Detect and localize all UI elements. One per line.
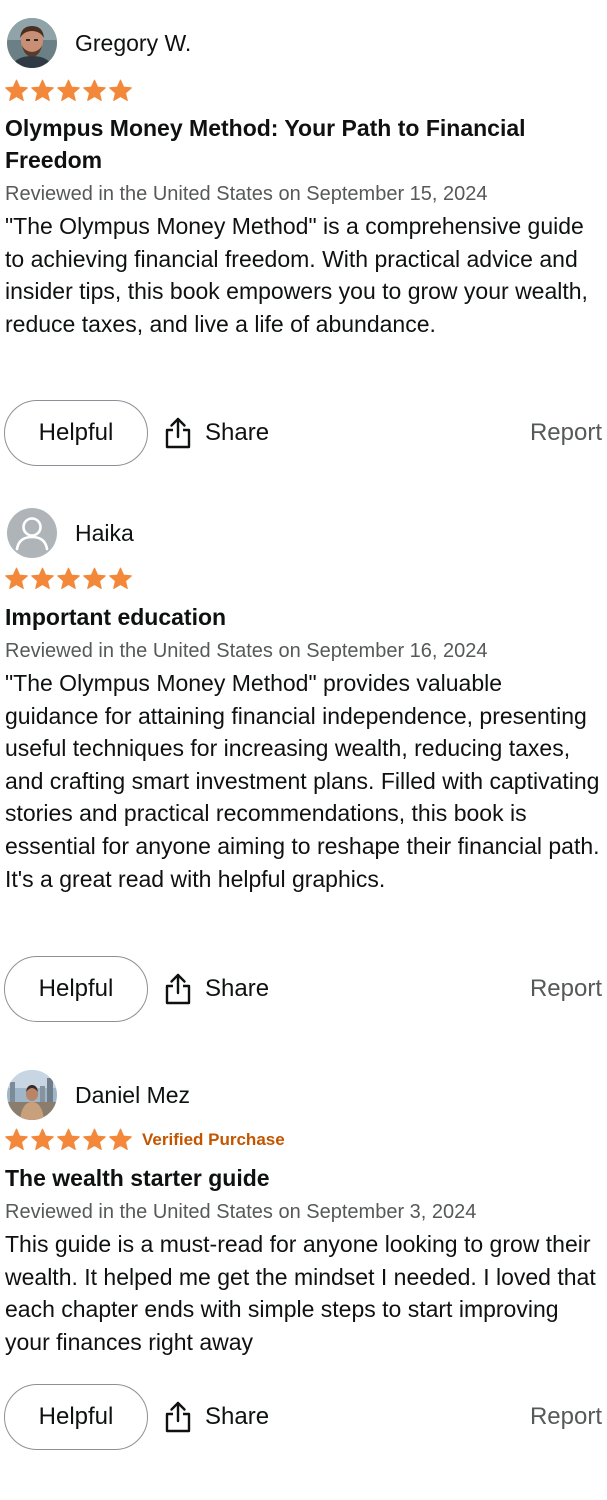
- share-icon: [165, 417, 191, 449]
- share-label: Share: [205, 419, 270, 446]
- star-icon: [31, 1128, 54, 1150]
- star-icon: [5, 567, 28, 589]
- star-icon: [31, 79, 54, 101]
- rating-row: [4, 564, 133, 594]
- star-icon: [83, 567, 106, 589]
- star-rating: [4, 567, 133, 591]
- person-photo-icon: [7, 18, 57, 68]
- review-body: This guide is a must-read for anyone loo…: [5, 1231, 596, 1355]
- share-icon: [165, 973, 191, 1005]
- review-date: Reviewed in the United States on Septemb…: [5, 183, 488, 205]
- reviewer-name: Gregory W.: [75, 29, 192, 56]
- star-icon: [109, 79, 132, 101]
- star-icon: [109, 1128, 132, 1150]
- reviewer-avatar: [7, 1070, 57, 1120]
- share-button[interactable]: Share: [164, 956, 269, 1022]
- star-icon: [83, 79, 106, 101]
- star-icon: [5, 79, 28, 101]
- star-icon: [57, 1128, 80, 1150]
- helpful-button[interactable]: Helpful: [4, 400, 148, 466]
- star-rating: [4, 1128, 133, 1152]
- review-title: The wealth starter guide: [5, 1165, 270, 1191]
- reviewer-profile[interactable]: Gregory W.: [7, 18, 191, 68]
- review-actions: Helpful Share Report: [0, 1384, 607, 1452]
- verified-purchase-badge: Verified Purchase: [142, 1130, 285, 1149]
- person-photo-icon: [7, 1070, 57, 1120]
- star-icon: [57, 567, 80, 589]
- report-link[interactable]: Report: [530, 956, 602, 1022]
- rating-row: Verified Purchase: [4, 1125, 285, 1155]
- star-icon: [57, 79, 80, 101]
- review-body: "The Olympus Money Method" provides valu…: [5, 670, 600, 892]
- review-body: "The Olympus Money Method" is a comprehe…: [5, 213, 588, 337]
- review-title: Important education: [5, 604, 227, 630]
- reviewer-profile[interactable]: Daniel Mez: [7, 1070, 190, 1120]
- review-title: Olympus Money Method: Your Path to Finan…: [5, 115, 526, 173]
- share-label: Share: [205, 1403, 270, 1430]
- rating-row: [4, 76, 133, 106]
- star-icon: [31, 567, 54, 589]
- review-date: Reviewed in the United States on Septemb…: [5, 640, 488, 662]
- reviewer-avatar: [7, 508, 57, 558]
- report-link[interactable]: Report: [530, 1384, 602, 1450]
- reviewer-name: Daniel Mez: [75, 1081, 191, 1108]
- review-actions: Helpful Share Report: [0, 956, 607, 1024]
- review-date: Reviewed in the United States on Septemb…: [5, 1201, 477, 1223]
- star-icon: [5, 1128, 28, 1150]
- star-rating: [4, 79, 133, 103]
- share-icon: [165, 1401, 191, 1433]
- share-label: Share: [205, 975, 270, 1002]
- default-user-icon: [7, 508, 57, 558]
- star-icon: [83, 1128, 106, 1150]
- report-link[interactable]: Report: [530, 400, 602, 466]
- helpful-button[interactable]: Helpful: [4, 956, 148, 1022]
- helpful-button[interactable]: Helpful: [4, 1384, 148, 1450]
- reviewer-name: Haika: [75, 519, 134, 546]
- share-button[interactable]: Share: [164, 400, 269, 466]
- reviewer-profile[interactable]: Haika: [7, 508, 134, 558]
- review-actions: Helpful Share Report: [0, 400, 607, 468]
- reviewer-avatar: [7, 18, 57, 68]
- star-icon: [109, 567, 132, 589]
- share-button[interactable]: Share: [164, 1384, 269, 1450]
